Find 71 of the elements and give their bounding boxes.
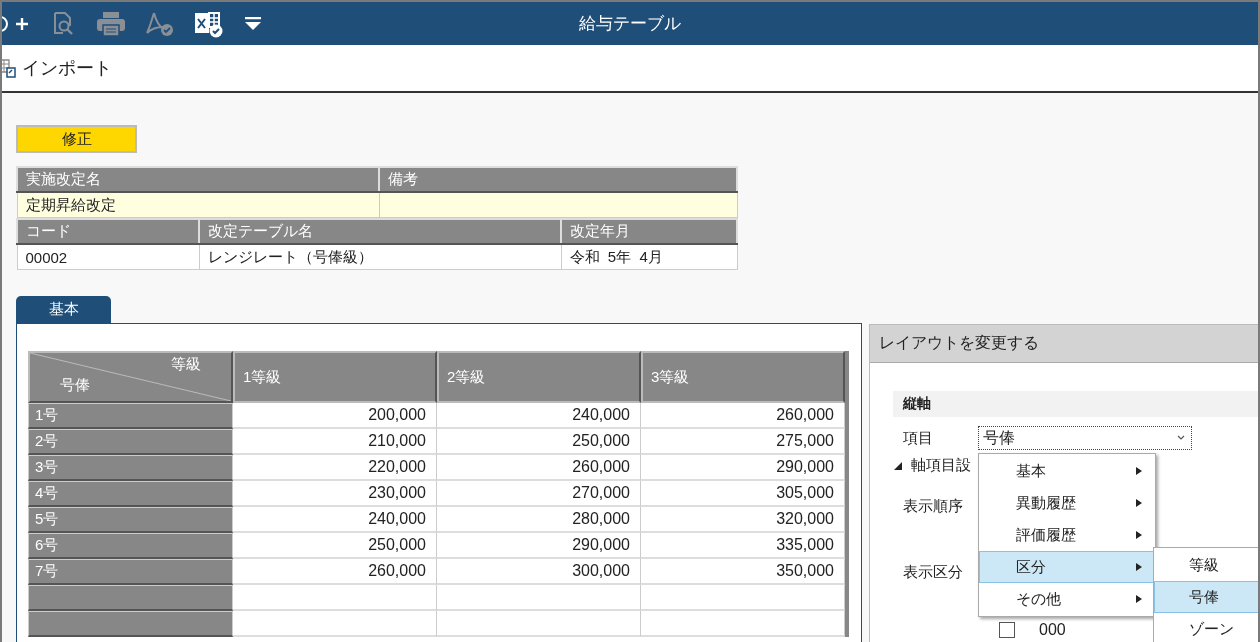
- submenu-arrow-icon: [1136, 563, 1142, 571]
- field-label: 項目: [903, 428, 934, 448]
- column-header: 2等級: [437, 351, 641, 403]
- table-cell: 300,000: [437, 559, 641, 585]
- edit-button[interactable]: 修正: [16, 125, 137, 153]
- field-value: 定期昇給改定: [17, 192, 379, 218]
- checkbox[interactable]: [999, 622, 1015, 638]
- row-header: 5号: [28, 507, 233, 533]
- menu-item[interactable]: 区分: [979, 551, 1155, 583]
- expand-triangle-icon[interactable]: [893, 460, 903, 471]
- code-cell: 000: [1039, 621, 1066, 639]
- field-header: 改定年月: [561, 219, 737, 244]
- table-cell: 260,000: [233, 559, 437, 585]
- printer-icon[interactable]: [96, 10, 126, 37]
- row-header: 4号: [28, 481, 233, 507]
- row-header: 7号: [28, 559, 233, 585]
- table-cell: 250,000: [437, 429, 641, 455]
- table-cell: 270,000: [437, 481, 641, 507]
- field-value: レンジレート（号俸級）: [199, 244, 561, 270]
- table-cell: 290,000: [641, 455, 845, 481]
- menu-item[interactable]: 基本: [979, 455, 1155, 487]
- table-cell: 220,000: [233, 455, 437, 481]
- submenu-arrow-icon: [1136, 499, 1142, 507]
- table-cell: 305,000: [641, 481, 845, 507]
- table-cell: 240,000: [437, 403, 641, 429]
- table-cell: 200,000: [233, 403, 437, 429]
- field-value: 令和 5年 4月: [561, 244, 737, 270]
- field-header: コード: [17, 219, 199, 244]
- row-header: 3号: [28, 455, 233, 481]
- dropdown-icon[interactable]: [244, 16, 262, 31]
- item-select[interactable]: 号俸: [978, 426, 1192, 450]
- column-axis-label: 等級: [171, 355, 201, 374]
- import-button[interactable]: インポート: [2, 56, 112, 80]
- table-cell: 350,000: [641, 559, 845, 585]
- table-cell: 260,000: [437, 455, 641, 481]
- panel-header: レイアウトを変更する: [870, 325, 1258, 363]
- field-label: 表示区分: [903, 563, 963, 582]
- table-cell: 335,000: [641, 533, 845, 559]
- field-header: 備考: [379, 167, 737, 192]
- submenu-arrow-icon: [1136, 467, 1142, 475]
- row-header: 1号: [28, 403, 233, 429]
- table-cell: 230,000: [233, 481, 437, 507]
- field-header: 改定テーブル名: [199, 219, 561, 244]
- menu-item[interactable]: 号俸: [1154, 581, 1258, 613]
- tab[interactable]: 基本: [16, 296, 111, 323]
- window-title: 給与テーブル: [579, 13, 681, 35]
- submenu-arrow-icon: [1136, 595, 1142, 603]
- field-header: 実施改定名: [17, 167, 379, 192]
- row-header: 6号: [28, 533, 233, 559]
- table-cell: 280,000: [437, 507, 641, 533]
- table-cell: 290,000: [437, 533, 641, 559]
- menu-item[interactable]: 異動履歴: [979, 487, 1155, 519]
- row-header: 2号: [28, 429, 233, 455]
- table-cell: 250,000: [233, 533, 437, 559]
- table-cell: 240,000: [233, 507, 437, 533]
- table-cell: 320,000: [641, 507, 845, 533]
- row-axis-label: 号俸: [60, 376, 90, 395]
- table-cell: 275,000: [641, 429, 845, 455]
- section-header: 縦軸: [893, 391, 1258, 417]
- field-value: 00002: [17, 244, 199, 270]
- column-header: 1等級: [233, 351, 437, 403]
- subsection-label: 軸項目設: [911, 456, 971, 475]
- column-header: 3等級: [641, 351, 845, 403]
- spreadsheet-check-icon[interactable]: [194, 9, 224, 38]
- table-cell: 260,000: [641, 403, 845, 429]
- submenu-arrow-icon: [1136, 531, 1142, 539]
- field-label: 表示順序: [903, 497, 963, 516]
- pdf-check-icon[interactable]: [146, 10, 174, 37]
- chevron-down-icon: [1177, 435, 1185, 441]
- table-cell: 210,000: [233, 429, 437, 455]
- menu-item[interactable]: 評価履歴: [979, 519, 1155, 551]
